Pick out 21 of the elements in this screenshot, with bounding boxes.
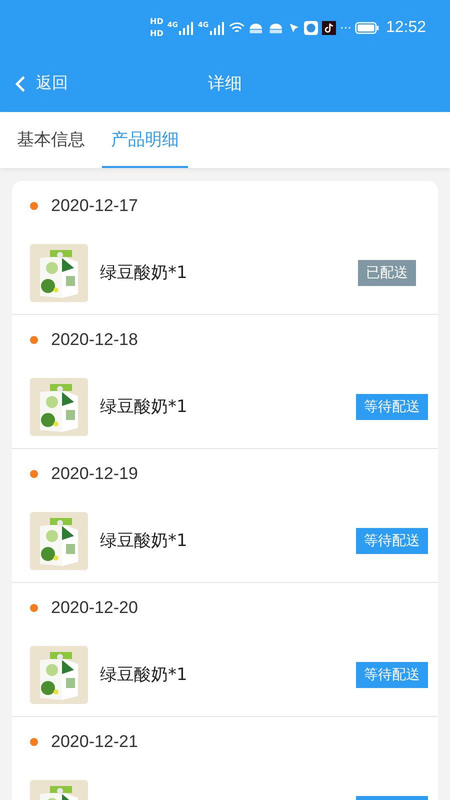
status-badge: 已配送 <box>358 260 416 286</box>
order-date: 2020-12-17 <box>51 196 138 216</box>
product-name: 绿豆酸奶*1 <box>100 530 188 552</box>
product-name: 绿豆酸奶*1 <box>100 664 188 686</box>
product-name: 绿豆酸奶*1 <box>100 396 188 418</box>
status-badge: 等待配送 <box>356 394 428 420</box>
hd-indicator: HD <box>150 16 164 26</box>
status-badge: 等待配送 <box>356 528 428 554</box>
status-badge: 等待配送 <box>356 662 428 688</box>
clock-time: 12:52 <box>386 18 426 36</box>
order-date: 2020-12-19 <box>51 464 138 484</box>
hd-indicator: HD <box>150 28 164 38</box>
page-title: 详细 <box>208 73 242 95</box>
order-date: 2020-12-18 <box>51 330 138 350</box>
order-date: 2020-12-21 <box>51 732 138 752</box>
order-date: 2020-12-20 <box>51 598 138 618</box>
more-indicator: ··· <box>340 20 352 34</box>
tab[interactable]: 基本信息 <box>8 112 94 168</box>
back-button[interactable]: 返回 <box>14 55 68 112</box>
product-name: 绿豆酸奶*1 <box>100 262 188 284</box>
tab[interactable]: 产品明细 <box>102 112 188 168</box>
